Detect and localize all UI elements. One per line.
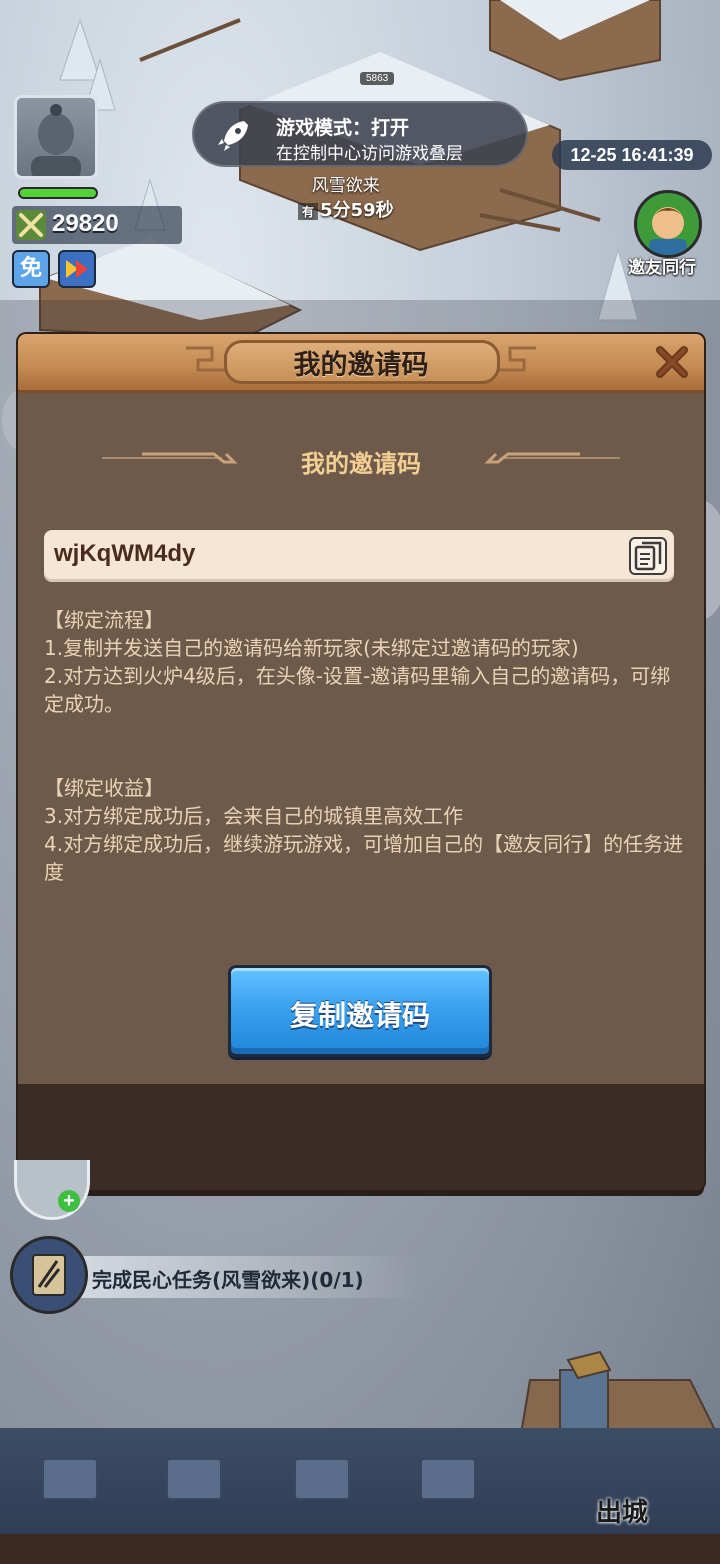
rocket-icon (218, 121, 248, 151)
plus-icon: + (58, 1190, 80, 1212)
player-avatar[interactable] (14, 95, 98, 179)
storm-name: 风雪欲来 (311, 176, 380, 196)
bottom-strip (0, 1534, 720, 1564)
rules-line-4: 4.对方绑定成功后，继续游玩游戏，可增加自己的【邀友同行】的任务进度 (44, 832, 684, 884)
power-display: 29820 (12, 206, 182, 244)
scroll-icon (32, 1254, 66, 1296)
storm-timer: 5分59秒 (320, 200, 394, 221)
crossed-swords-icon (16, 210, 46, 240)
mission-label: 完成民心任务(风雪欲来)(0/1) (92, 1268, 364, 1292)
build-slot[interactable] (420, 1458, 476, 1500)
invite-friend-button[interactable] (634, 190, 702, 258)
close-icon[interactable] (650, 340, 694, 384)
mission-tracker[interactable]: 完成民心任务(风雪欲来)(0/1) (10, 1236, 420, 1318)
rules-line-2: 2.对方达到火炉4级后，在头像-设置-邀请码里输入自己的邀请码，可绑定成功。 (44, 664, 671, 716)
rules-text: 【绑定流程】 1.复制并发送自己的邀请码给新玩家(未绑定过邀请码的玩家) 2.对… (44, 606, 684, 886)
date-time: 12-25 16:41:39 (552, 140, 712, 170)
mission-ring (10, 1236, 88, 1314)
exit-city-button[interactable]: 出城 (596, 1492, 648, 1529)
friend-portrait-icon (649, 207, 687, 255)
rules-heading-benefit: 【绑定收益】 (44, 776, 164, 800)
dialog-title: 我的邀请码 (293, 350, 429, 381)
invite-friend-label: 邀友同行 (628, 258, 696, 278)
portrait-icon (31, 104, 81, 176)
rules-line-1: 1.复制并发送自己的邀请码给新玩家(未绑定过邀请码的玩家) (44, 636, 579, 660)
build-slot[interactable] (166, 1458, 222, 1500)
build-slot[interactable] (294, 1458, 350, 1500)
rules-line-3: 3.对方绑定成功后，会来自己的城镇里高效工作 (44, 804, 464, 828)
copy-invite-code-label: 复制邀请码 (289, 999, 430, 1032)
toast-subtitle: 在控制中心访问游戏叠层 (276, 144, 463, 164)
build-slot[interactable] (42, 1458, 98, 1500)
dialog-header: 我的邀请码 (18, 334, 704, 393)
storm-event[interactable]: 风雪欲来 有 5分59秒 (298, 171, 394, 222)
copy-icon[interactable] (626, 534, 670, 578)
invite-code-dialog: 我的邀请码 我的邀请码 wjKqWM4dy 【绑定流程】 1.复制并发送自己的邀… (18, 334, 704, 1190)
copy-invite-code-button[interactable]: 复制邀请码 (228, 965, 492, 1057)
toast-title: 游戏模式：打开 (276, 117, 410, 139)
power-value: 29820 (52, 210, 119, 237)
invite-code-value: wjKqWM4dy (54, 540, 196, 567)
arrow-boost-icon (66, 260, 88, 278)
health-bar-fill (20, 189, 96, 197)
invite-code-field[interactable]: wjKqWM4dy (44, 530, 674, 582)
exempt-badge-button[interactable]: 免 (12, 250, 50, 288)
subtitle-ornament-right (484, 452, 620, 464)
player-level-tag: 5863 (360, 72, 395, 85)
game-mode-toast: 游戏模式：打开 在控制中心访问游戏叠层 (192, 101, 528, 167)
storm-prefix: 有 (298, 202, 319, 220)
health-bar (18, 187, 98, 199)
dialog-footer (18, 1084, 704, 1190)
rules-heading-process: 【绑定流程】 (44, 608, 164, 632)
boost-button[interactable] (58, 250, 96, 288)
